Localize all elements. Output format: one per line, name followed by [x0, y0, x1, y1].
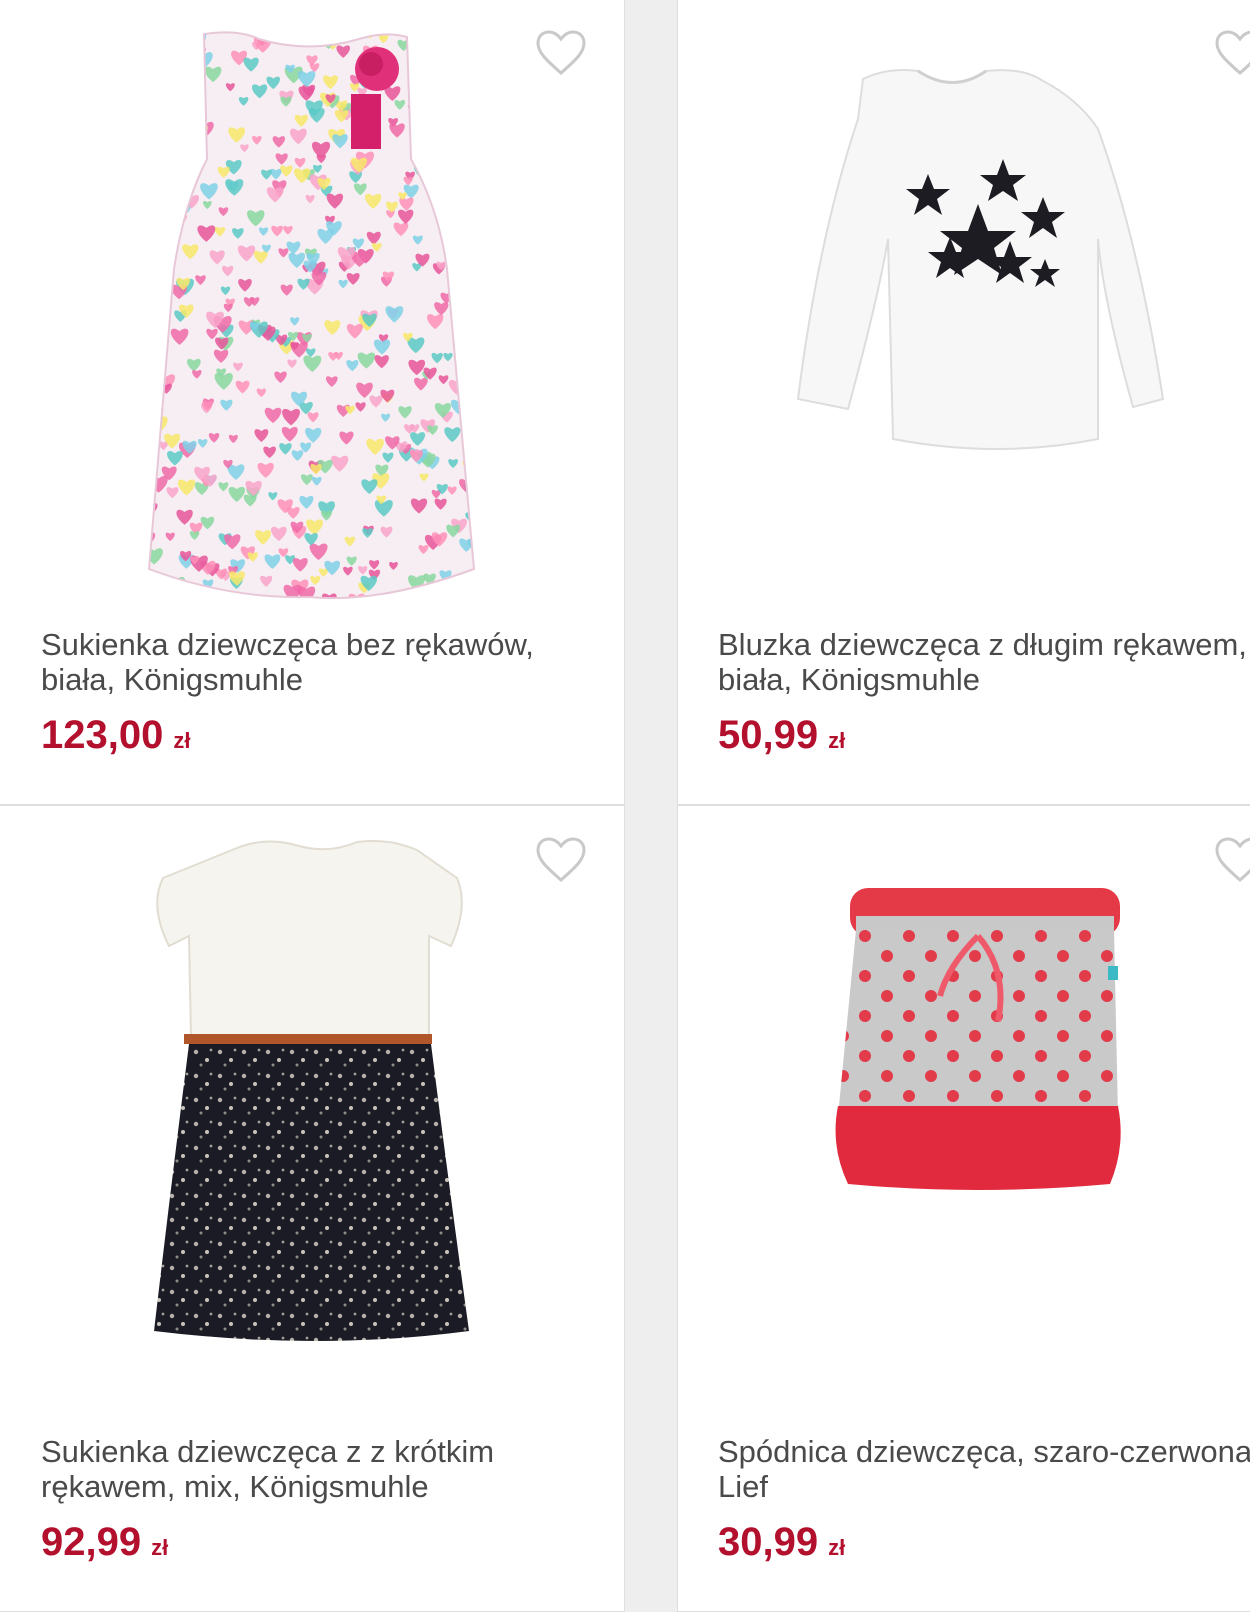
product-price: 123,00 zł: [41, 711, 190, 765]
product-title[interactable]: Bluzka dziewczęca z długim rękawem, biał…: [718, 627, 1250, 697]
product-grid: Sukienka dziewczęca bez rękawów, biała, …: [0, 0, 1250, 1612]
price-value: 50,99: [718, 713, 819, 757]
wishlist-heart-icon[interactable]: [535, 836, 587, 884]
product-image-floral-dress[interactable]: [0, 0, 624, 609]
product-image-dotted-skirt[interactable]: [678, 806, 1250, 1416]
wishlist-heart-icon[interactable]: [1214, 29, 1250, 77]
product-card[interactable]: Bluzka dziewczęca z długim rękawem, biał…: [677, 0, 1250, 805]
wishlist-heart-icon[interactable]: [1214, 836, 1250, 884]
price-value: 123,00: [41, 713, 164, 757]
product-card[interactable]: Sukienka dziewczęca z z krótkim rękawem,…: [0, 805, 625, 1612]
price-value: 30,99: [718, 1520, 819, 1564]
product-price: 50,99 zł: [718, 711, 845, 765]
price-value: 92,99: [41, 1520, 142, 1564]
product-card[interactable]: Sukienka dziewczęca bez rękawów, biała, …: [0, 0, 625, 805]
product-price: 30,99 zł: [718, 1518, 845, 1572]
product-image-stars-top[interactable]: [678, 0, 1250, 609]
product-card[interactable]: Spódnica dziewczęca, szaro-czerwona, Lie…: [677, 805, 1250, 1612]
product-image-mix-dress[interactable]: [0, 806, 624, 1416]
product-title[interactable]: Spódnica dziewczęca, szaro-czerwona, Lie…: [718, 1434, 1250, 1504]
product-title[interactable]: Sukienka dziewczęca bez rękawów, biała, …: [41, 627, 601, 697]
product-price: 92,99 zł: [41, 1518, 168, 1572]
currency-label: zł: [828, 728, 846, 753]
currency-label: zł: [151, 1535, 169, 1560]
wishlist-heart-icon[interactable]: [535, 29, 587, 77]
currency-label: zł: [828, 1535, 846, 1560]
currency-label: zł: [173, 728, 191, 753]
product-title[interactable]: Sukienka dziewczęca z z krótkim rękawem,…: [41, 1434, 601, 1504]
